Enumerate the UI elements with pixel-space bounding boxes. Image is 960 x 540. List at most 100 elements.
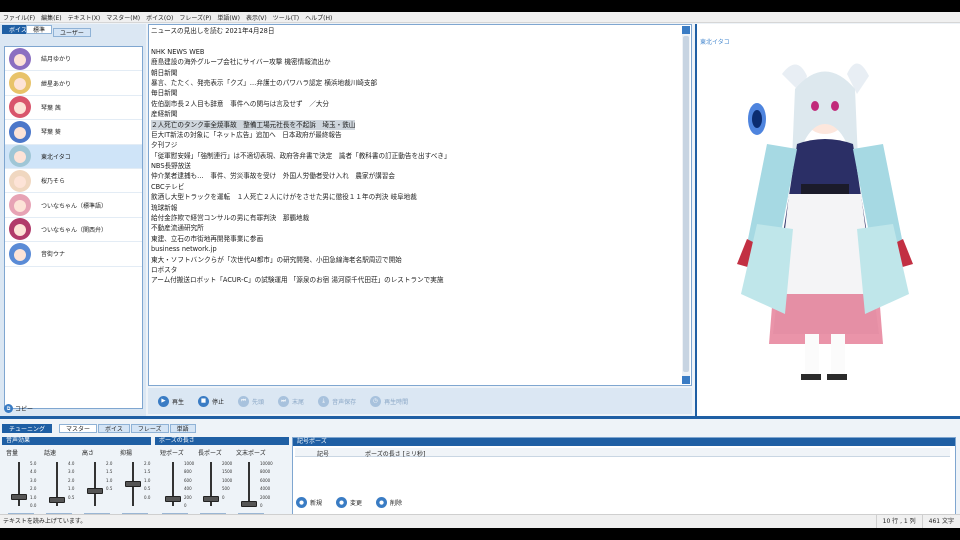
slider-knob[interactable] <box>241 501 257 508</box>
voice-avatar <box>9 218 31 241</box>
slider-knob[interactable] <box>49 496 65 503</box>
tab-tuning[interactable]: チューニング <box>2 424 53 433</box>
tick-label: 6000 <box>260 477 271 483</box>
slider-2: 高さ2.01.51.00.51.00 <box>82 448 114 522</box>
slider-4: 短ポーズ10008006004002000225 <box>160 448 194 522</box>
editor-line: CBCテレビ <box>151 182 185 191</box>
tab-word[interactable]: 単語 <box>169 424 196 433</box>
slider-knob[interactable] <box>87 488 103 495</box>
voice-name: 琴葉 茜 <box>41 104 61 112</box>
voice-item[interactable]: 琴葉 茜 <box>5 96 142 121</box>
scroll-down-arrow-icon[interactable] <box>682 376 690 384</box>
playbar-button-2[interactable]: ⏮ 先頭 <box>238 395 264 407</box>
tab-standard[interactable]: 標準 <box>26 25 53 34</box>
slider-knob[interactable] <box>125 481 141 487</box>
voice-item[interactable]: 紲星あかり <box>5 71 142 96</box>
tab-voice-tuning[interactable]: ボイス <box>98 424 130 433</box>
voice-item[interactable]: ついなちゃん（標準語） <box>5 193 142 218</box>
save-audio-icon: ⤓ <box>318 395 330 407</box>
menu-bar: ファイル(F) 編集(E) テキスト(X) マスター(M) ボイス(O) フレーズ(P) 単… <box>0 12 960 23</box>
menu-item-1[interactable]: 編集(E) <box>41 13 61 22</box>
playbar-label: 末尾 <box>292 398 305 406</box>
slider-ticks: 2.0 1.5 1.0 0.5 <box>106 460 112 494</box>
voice-item[interactable]: 音街ウナ <box>5 242 142 267</box>
slider-3: 抑揚2.01.51.00.50.01.00 <box>120 448 152 522</box>
status-bar: テキストを読み上げています。 10 行 , 1 列 461 文字 <box>0 514 960 528</box>
tick-label: 400 <box>184 486 192 492</box>
slider-ticks: 10000 8000 6000 4000 2000 0 <box>260 460 273 510</box>
slider-track[interactable] <box>248 462 250 506</box>
tuning-tabs: チューニング マスター ボイス フレーズ 単語 <box>2 424 196 433</box>
slider-label: 高さ <box>82 450 95 457</box>
symbol-pause-title: 記号ポーズ <box>293 438 955 446</box>
voice-item[interactable]: 結月ゆかり <box>5 47 142 72</box>
editor-line: ニュースの見出しを読む 2021年4月28日 <box>151 27 275 35</box>
menu-item-5[interactable]: フレーズ(P) <box>179 13 211 22</box>
voice-subtabs: 標準 ユーザー <box>26 25 91 37</box>
voice-item[interactable]: ついなちゃん（関西弁） <box>5 218 142 243</box>
tick-label: 0.5 <box>68 494 75 500</box>
tick-label: 3.0 <box>68 469 75 475</box>
tab-master[interactable]: マスター <box>59 424 98 433</box>
editor-line: 佐伯副市長２人目も辞意 事件への関与は言及せず ／大分 <box>151 99 330 108</box>
slider-knob[interactable] <box>203 495 219 502</box>
menu-item-9[interactable]: ヘルプ(H) <box>305 13 332 22</box>
voice-item[interactable]: 琴葉 葵 <box>5 120 142 145</box>
symbol-pause-edit-button[interactable]: ● 変更 <box>336 497 362 508</box>
tick-label: 800 <box>184 469 192 475</box>
tab-user[interactable]: ユーザー <box>53 28 91 37</box>
tick-label: 0 <box>184 503 187 509</box>
action-label: 新規 <box>310 500 323 507</box>
slider-label: 文末ポーズ <box>236 450 266 457</box>
voice-name: 桜乃そら <box>41 178 66 186</box>
menu-item-3[interactable]: マスター(M) <box>106 13 140 22</box>
menu-item-7[interactable]: 表示(V) <box>246 13 267 22</box>
menu-item-6[interactable]: 単語(W) <box>217 13 240 22</box>
playbar-button-5[interactable]: ◷ 再生時間 <box>370 395 408 407</box>
editor-text: ニュースの見出しを読む 2021年4月28日 NHK NEWS WEB 鹿島建設の海… <box>151 26 677 286</box>
tick-label: 2000 <box>222 461 233 466</box>
editor-scrollbar[interactable] <box>682 26 690 384</box>
tuning-panel: チューニング マスター ボイス フレーズ 単語 音声効果 ポーズの長さ 音量 5.… <box>0 419 960 527</box>
menu-item-2[interactable]: テキスト(X) <box>68 13 101 22</box>
voice-name: 紲星あかり <box>41 80 72 88</box>
symbol-pause-delete-button[interactable]: ● 削除 <box>376 497 402 508</box>
scroll-up-arrow-icon[interactable] <box>682 26 690 34</box>
slider-knob[interactable] <box>165 495 181 502</box>
scroll-thumb[interactable] <box>683 36 689 372</box>
tick-label: 1.0 <box>106 477 113 483</box>
voice-item[interactable]: 東北イタコ <box>5 144 142 169</box>
slider-label: 話速 <box>44 450 57 457</box>
menu-item-8[interactable]: ツール(T) <box>273 13 299 22</box>
voice-item[interactable]: 桜乃そら <box>5 169 142 194</box>
playbar-button-4[interactable]: ⤓ 音声保存 <box>318 395 356 407</box>
app-window: ファイル(F) 編集(E) テキスト(X) マスター(M) ボイス(O) フレーズ(P) 単… <box>0 12 960 528</box>
text-editor[interactable]: ニュースの見出しを読む 2021年4月28日 NHK NEWS WEB 鹿島建設の海… <box>148 24 692 386</box>
col-length: ポーズの長さ [ミリ秒] <box>365 451 426 458</box>
slider-knob[interactable] <box>11 494 27 501</box>
tab-phrase[interactable]: フレーズ <box>130 424 169 433</box>
voice-list: 結月ゆかり紲星あかり琴葉 茜琴葉 葵東北イタコ桜乃そらついなちゃん（標準語） つい… <box>4 46 143 409</box>
slider-track[interactable] <box>94 462 96 506</box>
symbol-pause-new-button[interactable]: ● 新規 <box>296 497 322 508</box>
tick-label: 3.0 <box>30 477 37 483</box>
tick-label: 0.5 <box>144 486 151 492</box>
symbol-pause-header: 記号 ポーズの長さ [ミリ秒] <box>295 448 950 458</box>
playbar-button-1[interactable]: ■ 停止 <box>198 395 224 407</box>
playbar-button-0[interactable]: ▶ 再生 <box>158 395 184 407</box>
editor-line: business network.jp <box>151 245 217 254</box>
voice-name: 結月ゆかり <box>41 56 72 64</box>
playback-toolbar: ▶ 再生 ■ 停止 ⏮ 先頭 ⏭ 末尾 ⤓ 音声保存 ◷ 再生時間 <box>148 388 692 414</box>
voice-avatar <box>9 169 31 192</box>
playbar-button-3[interactable]: ⏭ 末尾 <box>278 395 305 407</box>
menu-item-0[interactable]: ファイル(F) <box>3 13 35 22</box>
tick-label: 8000 <box>260 469 271 475</box>
editor-line: ロボスタ <box>151 265 178 274</box>
new-icon: ● <box>296 497 307 508</box>
copy-button[interactable]: ⧉ コピー <box>4 404 33 413</box>
voice-avatar <box>9 47 31 70</box>
tick-label: 4.0 <box>68 461 75 466</box>
menu-item-4[interactable]: ボイス(O) <box>146 13 173 22</box>
stop-icon: ■ <box>198 395 210 407</box>
editor-line: 琉球新報 <box>151 203 178 212</box>
